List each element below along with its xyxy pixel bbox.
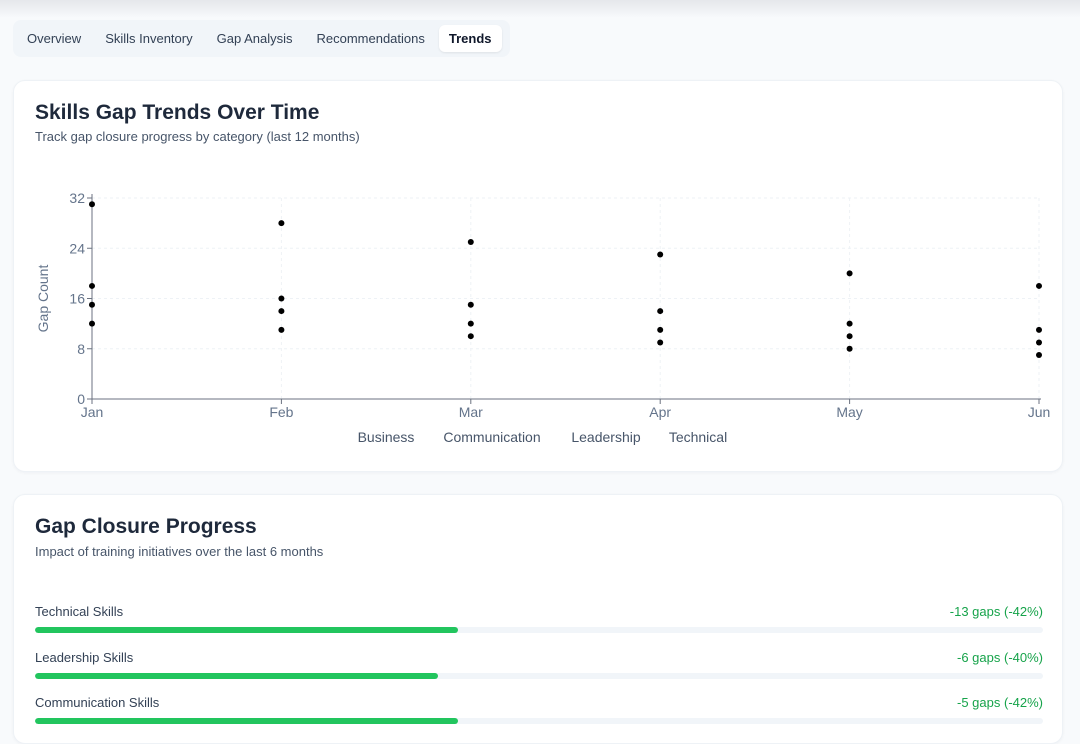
legend-item: Leadership <box>571 429 640 445</box>
progress-fill <box>35 673 439 679</box>
progress-track <box>35 718 1043 724</box>
data-point <box>846 345 853 352</box>
trends-card: Skills Gap Trends Over Time Track gap cl… <box>13 80 1063 472</box>
progress-track <box>35 673 1043 679</box>
progress-delta: -13 gaps (-42%) <box>949 604 1043 619</box>
x-tick-label: Feb <box>269 404 293 420</box>
data-point <box>657 251 664 258</box>
legend-item: Business <box>358 429 415 445</box>
x-tick-label: Mar <box>459 404 483 420</box>
data-point <box>1036 282 1042 289</box>
closure-subtitle: Impact of training initiatives over the … <box>35 544 324 559</box>
data-point <box>1036 326 1042 333</box>
progress-track <box>35 627 1043 633</box>
progress-delta: -6 gaps (-40%) <box>957 650 1043 665</box>
data-point <box>846 320 853 327</box>
data-point <box>467 238 474 245</box>
data-point <box>657 326 664 333</box>
data-point <box>278 220 285 227</box>
data-point <box>278 326 285 333</box>
data-point <box>89 282 95 289</box>
y-tick-label: 32 <box>69 190 85 206</box>
data-point <box>657 308 664 315</box>
data-point <box>467 320 474 327</box>
y-tick-label: 8 <box>77 341 85 357</box>
data-point <box>846 270 853 277</box>
data-point <box>278 308 285 315</box>
data-point <box>467 301 474 308</box>
progress-fill <box>35 718 459 724</box>
legend-item: Communication <box>443 429 540 445</box>
data-point <box>89 301 95 308</box>
data-point <box>89 201 95 208</box>
tab-trends[interactable]: Trends <box>438 25 502 52</box>
closure-title: Gap Closure Progress <box>35 515 257 538</box>
data-point <box>1036 352 1042 359</box>
top-shadow <box>0 0 1080 18</box>
data-point <box>1036 339 1042 346</box>
tab-overview[interactable]: Overview <box>17 25 91 52</box>
x-tick-label: Jun <box>1028 404 1051 420</box>
y-tick-label: 24 <box>69 240 85 256</box>
data-point <box>846 333 853 340</box>
data-point <box>467 333 474 340</box>
progress-row-leadership: Leadership Skills -6 gaps (-40%) <box>35 650 1043 690</box>
closure-card: Gap Closure Progress Impact of training … <box>13 494 1063 744</box>
progress-delta: -5 gaps (-42%) <box>957 695 1043 710</box>
legend-item: Technical <box>669 429 727 445</box>
tab-bar: Overview Skills Inventory Gap Analysis R… <box>13 20 510 57</box>
trends-chart: 08162432Jan Feb Mar Apr May JunGap CountBusin… <box>35 190 1051 445</box>
y-tick-label: 16 <box>69 291 85 307</box>
data-point <box>89 320 95 327</box>
x-tick-label: Apr <box>649 404 671 420</box>
x-tick-label: Jan <box>81 404 104 420</box>
tab-skills-inventory[interactable]: Skills Inventory <box>95 25 202 52</box>
data-point <box>278 295 285 302</box>
progress-row-communication: Communication Skills -5 gaps (-42%) <box>35 695 1043 735</box>
progress-label: Technical Skills <box>35 604 124 619</box>
progress-label: Leadership Skills <box>35 650 134 665</box>
x-tick-label: May <box>836 404 862 420</box>
progress-row-technical: Technical Skills -13 gaps (-42%) <box>35 604 1043 644</box>
progress-label: Communication Skills <box>35 695 160 710</box>
progress-fill <box>35 627 459 633</box>
tab-recommendations[interactable]: Recommendations <box>306 25 434 52</box>
y-axis-label: Gap Count <box>35 265 51 333</box>
data-point <box>657 339 664 346</box>
tab-gap-analysis[interactable]: Gap Analysis <box>207 25 303 52</box>
